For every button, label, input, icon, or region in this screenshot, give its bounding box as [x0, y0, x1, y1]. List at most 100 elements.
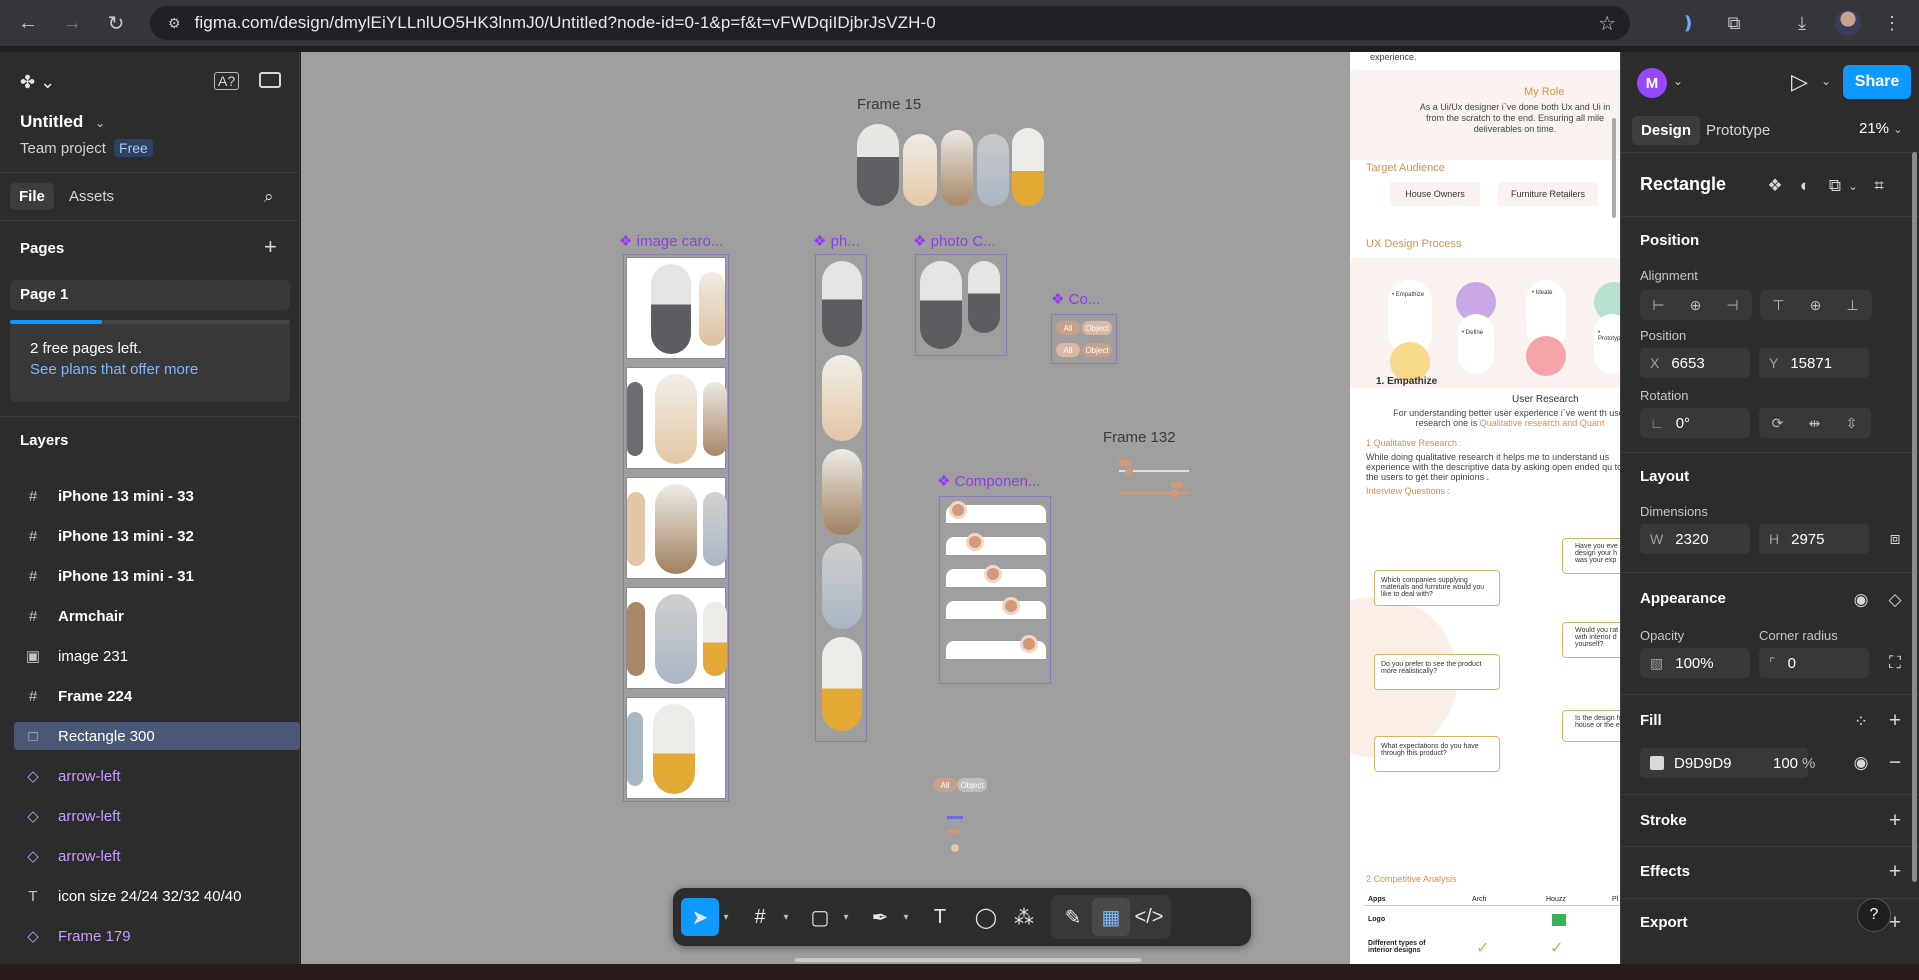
case-study-frame[interactable]: experience. My Role As a Ui/Ux designer … [1350, 52, 1620, 964]
fill-swatch[interactable] [1650, 756, 1664, 770]
profile-avatar[interactable] [1830, 6, 1866, 40]
tab-prototype[interactable]: Prototype [1706, 122, 1770, 139]
visibility-eye-icon[interactable]: ◉ [1847, 586, 1875, 614]
align-center-h-icon[interactable]: ⊕ [1677, 290, 1714, 320]
chip-all[interactable]: All [933, 778, 957, 792]
component-icon[interactable]: ❖ [1761, 172, 1789, 200]
user-avatar[interactable]: M [1637, 68, 1667, 98]
canvas-horizontal-scrollbar[interactable] [795, 958, 1141, 962]
page-item-1[interactable]: Page 1 [10, 280, 290, 310]
image-carousel-component[interactable] [623, 254, 729, 802]
chevron-down-icon[interactable]: ⌄ [1673, 74, 1683, 88]
flip-vertical-icon[interactable]: ⇳ [1833, 408, 1870, 438]
layer-row[interactable]: # iPhone 13 mini - 32 [14, 522, 300, 550]
ph-component-label[interactable]: ❖ ph... [813, 232, 860, 250]
corner-radius-field[interactable]: ⌜ 0 [1759, 648, 1869, 678]
constrain-proportions-icon[interactable]: ⧈ [1881, 525, 1909, 553]
y-position-field[interactable]: Y 15871 [1759, 348, 1869, 378]
figma-menu-icon[interactable]: ✤ ⌄ [20, 72, 55, 93]
rectangle-icon[interactable]: ▢ [801, 898, 839, 936]
chip-all[interactable]: All [1056, 343, 1080, 357]
download-icon[interactable]: ⤓ [1784, 6, 1820, 40]
pen-icon[interactable]: ✒ [861, 898, 899, 936]
site-settings-icon[interactable]: ⚙ [168, 15, 181, 32]
width-field[interactable]: W 2320 [1640, 524, 1750, 554]
fill-visibility-eye-icon[interactable]: ◉ [1847, 749, 1875, 777]
chip-object[interactable]: Object [1082, 321, 1112, 335]
align-middle-v-icon[interactable]: ⊕ [1797, 290, 1834, 320]
frame-132-label[interactable]: Frame 132 [1103, 429, 1176, 446]
see-plans-link[interactable]: See plans that offer more [30, 361, 270, 378]
carousel-frame-4[interactable] [626, 587, 727, 689]
comment-icon[interactable]: ◯ [967, 898, 1005, 936]
layer-row[interactable]: ◇ Frame 179 [14, 922, 300, 950]
component-label[interactable]: ❖ Componen... [937, 472, 1041, 490]
properties-scrollbar[interactable] [1912, 152, 1917, 882]
export-heading[interactable]: Export [1640, 914, 1688, 931]
align-right-icon[interactable]: ⊣ [1714, 290, 1751, 320]
chevron-down-icon[interactable]: ▾ [719, 912, 733, 923]
mask-icon[interactable]: ◐ [1791, 172, 1819, 200]
carousel-frame-1[interactable] [626, 257, 726, 359]
layer-row[interactable]: Ticon size 24/24 32/32 40/40 [14, 882, 300, 910]
chip-object[interactable]: Object [1082, 343, 1112, 357]
photo-c-label[interactable]: ❖ photo C... [913, 232, 996, 250]
plan-badge[interactable]: Free [114, 139, 153, 157]
share-button[interactable]: Share [1843, 65, 1911, 99]
doc-scrollbar[interactable] [1612, 118, 1616, 218]
bookmark-star-icon[interactable]: ☆ [1598, 11, 1616, 36]
carousel-frame-5[interactable] [626, 697, 726, 799]
chevron-down-icon[interactable]: ⌄ [1839, 172, 1867, 200]
carousel-frame-3[interactable] [626, 477, 727, 579]
rotation-field[interactable]: ∟ 0° [1640, 408, 1750, 438]
layer-row[interactable]: # iPhone 13 mini - 31 [14, 562, 300, 590]
move-icon[interactable]: ➤ [681, 898, 719, 936]
independent-corners-icon[interactable]: ⛶ [1881, 649, 1909, 677]
ui3-toggle-icon[interactable]: A? [214, 72, 240, 90]
chrome-menu-icon[interactable]: ⋮ [1874, 6, 1910, 40]
text-icon[interactable]: T [921, 898, 959, 936]
canvas-small-element[interactable] [951, 844, 959, 852]
reload-icon[interactable]: ↻ [96, 3, 136, 43]
layer-row[interactable]: □ Rectangle 300 [14, 722, 300, 750]
frame-15[interactable] [857, 124, 1045, 206]
styles-grid-icon[interactable]: ⁘ [1847, 708, 1875, 736]
ph-component[interactable] [815, 254, 867, 742]
canvas-small-element[interactable] [947, 816, 963, 819]
flip-horizontal-icon[interactable]: ⇹ [1796, 408, 1833, 438]
layer-row[interactable]: ◇ arrow-left [14, 762, 300, 790]
present-icon[interactable]: ▷ [1791, 69, 1808, 95]
x-position-field[interactable]: X 6653 [1640, 348, 1750, 378]
address-bar[interactable]: ⚙ figma.com/design/dmylEiYLLnlUO5HK3lnmJ… [150, 6, 1630, 40]
back-icon[interactable]: ← [8, 3, 48, 43]
align-top-icon[interactable]: ⊤ [1760, 290, 1797, 320]
extensions-icon[interactable]: ⧉ [1716, 6, 1752, 40]
chip-all[interactable]: All [1056, 321, 1080, 335]
voice-icon[interactable]: ❫ [1670, 6, 1706, 40]
file-name-menu[interactable]: Untitled ⌄ [20, 112, 105, 132]
image-carousel-label[interactable]: ❖ image caro... [619, 232, 723, 250]
dev-mode-icon[interactable]: </> [1130, 898, 1168, 936]
tab-file[interactable]: File [10, 183, 54, 210]
add-page-icon[interactable]: + [264, 234, 277, 260]
frame-icon[interactable]: # [741, 898, 779, 936]
photo-c-component[interactable] [915, 254, 1007, 356]
fill-field[interactable]: D9D9D9 100 % [1640, 748, 1815, 778]
fill-hex[interactable]: D9D9D9 [1674, 755, 1732, 772]
layer-row[interactable]: ◇ arrow-left [14, 842, 300, 870]
blend-mode-icon[interactable]: ◇ [1881, 586, 1909, 614]
tab-assets[interactable]: Assets [69, 188, 114, 205]
chevron-down-icon[interactable]: ▾ [839, 912, 853, 923]
chevron-down-icon[interactable]: ⌄ [1821, 74, 1831, 88]
co-component-label[interactable]: ❖ Co... [1051, 290, 1100, 308]
effects-heading[interactable]: Effects [1640, 863, 1690, 880]
frame-132[interactable] [1113, 454, 1195, 504]
carousel-frame-2[interactable] [626, 367, 727, 469]
layer-row[interactable]: # Frame 224 [14, 682, 300, 710]
stroke-heading[interactable]: Stroke [1640, 812, 1687, 829]
design-canvas[interactable]: Frame 15 ❖ image caro... ❖ ph... ❖ photo… [301, 52, 1350, 964]
rotate-icon[interactable]: ⟳ [1759, 408, 1796, 438]
frame-15-label[interactable]: Frame 15 [857, 96, 921, 113]
layer-row[interactable]: ◇ arrow-left [14, 802, 300, 830]
help-button[interactable]: ? [1857, 898, 1891, 932]
